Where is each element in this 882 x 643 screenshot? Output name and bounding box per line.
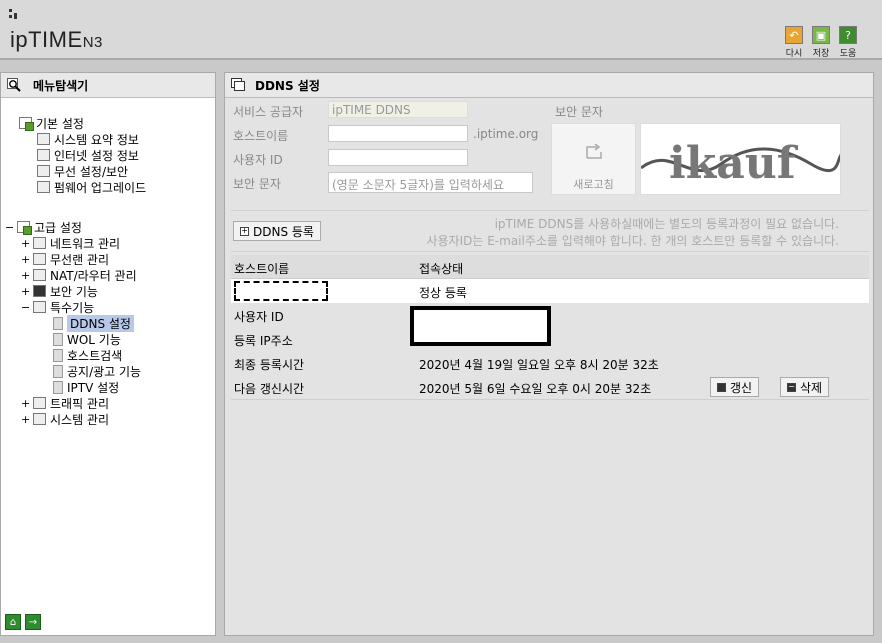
ddns-info-text: ipTIME DDNS를 사용하실때에는 별도의 등록과정이 필요 없습니다. … bbox=[426, 217, 839, 248]
expand-toggle[interactable]: + bbox=[21, 237, 30, 250]
collapse-toggle[interactable]: − bbox=[5, 221, 14, 234]
wifi-icon bbox=[37, 165, 50, 177]
minus-icon: − bbox=[787, 382, 796, 392]
next-renewal-value: 2020년 5월 6일 수요일 오후 0시 20분 32초 bbox=[419, 382, 652, 396]
last-registration-label: 최종 등록시간 bbox=[234, 358, 305, 372]
expand-toggle[interactable]: + bbox=[21, 269, 30, 282]
menu-explorer-header: 메뉴탐색기 bbox=[1, 73, 215, 98]
menu-explorer: 메뉴탐색기 기본 설정 시스템 요약 정보 인터넷 설정 정보 무선 설정/보안… bbox=[0, 72, 216, 636]
hostname-suffix: .iptime.org bbox=[473, 127, 539, 141]
svg-text:ikauf: ikauf bbox=[669, 138, 799, 189]
expand-toggle[interactable]: + bbox=[21, 397, 30, 410]
ddns-panel-header: DDNS 설정 bbox=[225, 73, 873, 98]
folder-icon bbox=[19, 117, 34, 131]
refresh-icon bbox=[585, 143, 603, 163]
logout-icon[interactable]: → bbox=[25, 614, 41, 630]
chart-icon bbox=[37, 133, 50, 145]
userid-detail-label: 사용자 ID bbox=[234, 310, 284, 324]
page-icon bbox=[53, 364, 63, 378]
folder-icon bbox=[17, 221, 32, 235]
connection-status: 정상 등록 bbox=[419, 286, 467, 300]
ip-detail-label: 등록 IP주소 bbox=[234, 334, 293, 348]
ddns-table-header: 호스트이름 접속상태 bbox=[231, 255, 869, 279]
lock-icon bbox=[33, 285, 46, 297]
delete-button[interactable]: − 삭제 bbox=[780, 377, 830, 397]
tree-network-management[interactable]: + 네트워크 관리 bbox=[21, 235, 120, 251]
security-label: 보안 문자 bbox=[233, 177, 281, 191]
tree-advanced-settings[interactable]: − 고급 설정 bbox=[5, 219, 82, 235]
special-functions-icon bbox=[33, 301, 46, 313]
menu-system-summary[interactable]: 시스템 요약 정보 bbox=[37, 131, 139, 147]
menu-iptv[interactable]: IPTV 설정 bbox=[53, 379, 119, 395]
window-icon bbox=[231, 78, 245, 92]
magnifier-icon bbox=[7, 78, 21, 92]
renew-button[interactable]: 갱신 bbox=[710, 377, 760, 397]
expand-toggle[interactable]: + bbox=[21, 253, 30, 266]
tree-nat-router[interactable]: + NAT/라우터 관리 bbox=[21, 267, 137, 283]
tree-basic-settings[interactable]: 기본 설정 bbox=[19, 115, 84, 131]
menu-firmware-upgrade[interactable]: 펌웨어 업그레이드 bbox=[37, 179, 146, 195]
home-icon[interactable]: ⌂ bbox=[5, 614, 21, 630]
save-button[interactable]: ▣ 저장 bbox=[810, 26, 832, 59]
userid-input[interactable] bbox=[328, 149, 468, 166]
collapse-toggle[interactable]: − bbox=[21, 301, 30, 314]
top-bar: ipTIMEN3 ↶ 다시 ▣ 저장 ? 도움 bbox=[0, 0, 882, 60]
system-icon bbox=[33, 413, 46, 425]
menu-dots-icon bbox=[9, 9, 19, 19]
network-icon bbox=[33, 237, 46, 249]
question-icon: ? bbox=[839, 26, 857, 44]
redacted-userid-ip bbox=[410, 306, 551, 346]
redacted-hostname bbox=[234, 281, 328, 301]
menu-wol[interactable]: WOL 기능 bbox=[53, 331, 121, 347]
wifi-icon bbox=[33, 253, 46, 265]
hostname-input[interactable] bbox=[328, 125, 468, 142]
userid-label: 사용자 ID bbox=[233, 153, 283, 167]
floppy-icon: ▣ bbox=[812, 26, 830, 44]
menu-ddns-settings[interactable]: DDNS 설정 bbox=[53, 314, 134, 332]
refresh-captcha-button[interactable]: 새로고침 bbox=[551, 123, 636, 195]
expand-toggle[interactable]: + bbox=[21, 413, 30, 426]
captcha-title: 보안 문자 bbox=[555, 105, 603, 119]
tree-special-functions[interactable]: − 특수기능 bbox=[21, 299, 94, 315]
last-registration-value: 2020년 4월 19일 일요일 오후 8시 20분 32초 bbox=[419, 358, 659, 372]
tree-system-management[interactable]: + 시스템 관리 bbox=[21, 411, 109, 427]
firmware-icon bbox=[37, 181, 50, 193]
monitor-icon bbox=[37, 149, 50, 161]
captcha-image: ikauf bbox=[640, 123, 841, 195]
expand-toggle[interactable]: + bbox=[21, 285, 30, 298]
router-icon bbox=[33, 269, 46, 281]
menu-internet-settings[interactable]: 인터넷 설정 정보 bbox=[37, 147, 139, 163]
help-button[interactable]: ? 도움 bbox=[837, 26, 859, 59]
page-icon bbox=[53, 332, 63, 346]
security-code-input[interactable]: (영문 소문자 5글자)를 입력하세요 bbox=[328, 172, 533, 193]
page-icon bbox=[53, 316, 63, 330]
bottom-toolbar: ⌂ → bbox=[5, 614, 41, 630]
provider-label: 서비스 공급자 bbox=[233, 105, 304, 119]
page-icon bbox=[53, 380, 63, 394]
menu-notice-ad[interactable]: 공지/광고 기능 bbox=[53, 363, 141, 379]
reload-button[interactable]: ↶ 다시 bbox=[783, 26, 805, 59]
hostname-label: 호스트이름 bbox=[233, 129, 289, 143]
menu-host-search[interactable]: 호스트검색 bbox=[53, 347, 122, 363]
renew-icon bbox=[717, 382, 726, 392]
provider-field: ipTIME DDNS bbox=[328, 101, 468, 118]
ddns-register-button[interactable]: + DDNS 등록 bbox=[233, 221, 321, 241]
menu-wireless-settings[interactable]: 무선 설정/보안 bbox=[37, 163, 128, 179]
undo-icon: ↶ bbox=[785, 26, 803, 44]
plus-icon: + bbox=[240, 226, 249, 236]
page-icon bbox=[53, 348, 63, 362]
ddns-table-row[interactable]: 정상 등록 bbox=[231, 279, 869, 303]
tree-security[interactable]: + 보안 기능 bbox=[21, 283, 98, 299]
next-renewal-label: 다음 갱신시간 bbox=[234, 382, 305, 396]
tree-wireless-management[interactable]: + 무선랜 관리 bbox=[21, 251, 109, 267]
ddns-settings-panel: DDNS 설정 서비스 공급자 ipTIME DDNS 호스트이름 .iptim… bbox=[224, 72, 874, 636]
tree-traffic-management[interactable]: + 트래픽 관리 bbox=[21, 395, 109, 411]
traffic-icon bbox=[33, 397, 46, 409]
logo: ipTIMEN3 bbox=[10, 27, 103, 52]
